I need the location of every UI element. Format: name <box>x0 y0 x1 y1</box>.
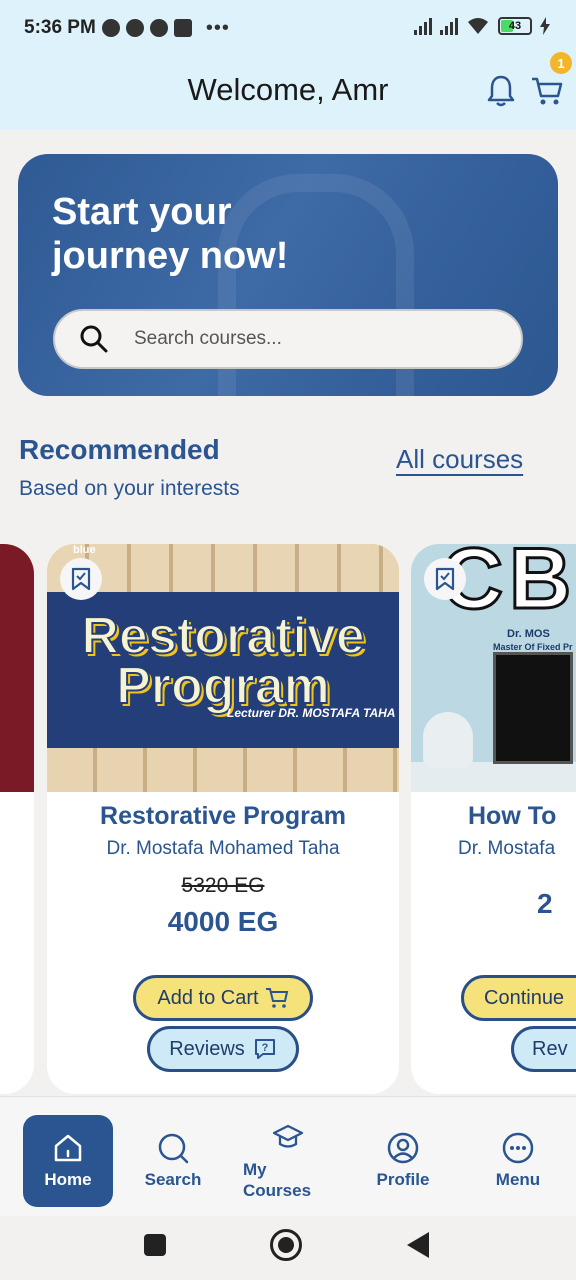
bookmark-icon <box>71 567 91 591</box>
vase-image <box>423 712 473 768</box>
thumbnail-lecturer: Lecturer DR. MOSTAFA TAHA <box>227 706 396 720</box>
nav-my-courses-label: My Courses <box>243 1160 312 1200</box>
battery-icon: 43 <box>498 17 532 35</box>
status-notification-icons <box>101 19 192 37</box>
thumbnail-line2: Master Of Fixed Pr <box>493 642 573 652</box>
thumbnail-line1: Dr. MOS <box>507 628 550 640</box>
course-thumbnail[interactable]: CB Dr. MOS Master Of Fixed Pr <box>411 544 576 792</box>
course-card[interactable]: CB Dr. MOS Master Of Fixed Pr How To Dr.… <box>411 544 576 1094</box>
battery-level: 43 <box>508 20 522 32</box>
wifi-icon <box>468 18 488 34</box>
home-icon <box>54 1134 82 1162</box>
bookmark-button[interactable] <box>60 558 102 600</box>
svg-text:?: ? <box>261 1042 268 1054</box>
course-carousel[interactable]: blue Restorative Program Lecturer DR. MO… <box>0 544 576 1096</box>
nav-search-label: Search <box>144 1170 202 1189</box>
system-nav-bar <box>0 1216 576 1280</box>
course-card-previous[interactable] <box>0 544 34 1094</box>
user-icon <box>387 1132 419 1164</box>
course-title[interactable]: Restorative Program <box>47 802 399 831</box>
recents-button[interactable] <box>144 1234 166 1256</box>
brand-tag: blue <box>73 544 96 556</box>
bottom-nav: Home Search My Courses Profile Menu <box>0 1096 576 1216</box>
recommended-title: Recommended <box>19 434 220 465</box>
continue-button[interactable]: Continue <box>461 975 576 1021</box>
hero-title-line2: journey now! <box>52 235 289 277</box>
question-chat-icon: ? <box>254 1039 275 1059</box>
status-time: 5:36 PM <box>24 17 96 38</box>
reviews-button[interactable]: Reviews ? <box>147 1026 299 1072</box>
signal-icon-2 <box>440 17 458 35</box>
continue-label: Continue <box>484 986 565 1009</box>
reviews-button[interactable]: Rev <box>511 1026 576 1072</box>
signal-icon <box>414 17 432 35</box>
cart-icon[interactable] <box>530 74 564 108</box>
nav-my-courses[interactable]: My Courses <box>243 1115 333 1207</box>
hero-title: Start your journey now! <box>52 190 352 278</box>
more-notifications-icon: ••• <box>205 16 230 39</box>
app-header: Welcome, Amr <box>0 56 576 130</box>
muted-icon <box>101 19 120 37</box>
nav-search[interactable]: Search <box>128 1115 218 1207</box>
whatsapp-icon <box>125 19 144 37</box>
add-to-cart-label: Add to Cart <box>157 986 259 1009</box>
graduation-cap-icon <box>272 1124 304 1148</box>
recommended-subtitle: Based on your interests <box>19 477 240 500</box>
all-courses-link[interactable]: All courses <box>396 444 523 475</box>
system-home-button[interactable] <box>270 1229 302 1261</box>
reviews-label: Reviews <box>169 1037 245 1060</box>
course-price: 2 <box>537 888 553 919</box>
nav-home-label: Home <box>44 1170 92 1189</box>
search-icon <box>80 325 108 353</box>
more-icon <box>502 1132 534 1164</box>
cart-icon <box>265 988 288 1008</box>
nav-profile-label: Profile <box>376 1170 430 1189</box>
charging-icon <box>540 17 550 35</box>
course-old-price: 5320 EG <box>181 874 265 897</box>
add-to-cart-button[interactable]: Add to Cart <box>133 975 313 1021</box>
nav-menu-label: Menu <box>495 1170 541 1189</box>
search-icon <box>158 1133 189 1164</box>
bell-icon[interactable] <box>486 74 516 108</box>
nav-profile[interactable]: Profile <box>358 1115 448 1207</box>
status-right: 43 <box>414 16 550 36</box>
course-card[interactable]: blue Restorative Program Lecturer DR. MO… <box>47 544 399 1094</box>
bookmark-icon <box>435 567 455 591</box>
status-bar: 5:36 PM ••• 43 <box>0 0 576 56</box>
course-price: 4000 EG <box>167 906 279 937</box>
course-lecturer: Dr. Mostafa Mohamed Taha <box>106 838 340 859</box>
nav-menu[interactable]: Menu <box>473 1115 563 1207</box>
bookmark-button[interactable] <box>424 558 466 600</box>
nav-home[interactable]: Home <box>23 1115 113 1207</box>
course-lecturer: Dr. Mostafa <box>458 838 556 859</box>
search-box[interactable] <box>53 309 523 369</box>
course-thumbnail[interactable]: blue Restorative Program Lecturer DR. MO… <box>47 544 399 792</box>
upload-icon <box>173 19 192 37</box>
hero-title-line1: Start your <box>52 191 232 233</box>
course-title[interactable]: How To <box>468 802 576 831</box>
reviews-label: Rev <box>532 1037 568 1060</box>
monitor-image <box>493 652 573 764</box>
cart-count-badge: 1 <box>550 52 572 74</box>
search-input[interactable] <box>134 328 474 350</box>
hero-banner: Start your journey now! <box>18 154 558 396</box>
back-button[interactable] <box>407 1232 429 1258</box>
app-icon <box>149 19 168 37</box>
